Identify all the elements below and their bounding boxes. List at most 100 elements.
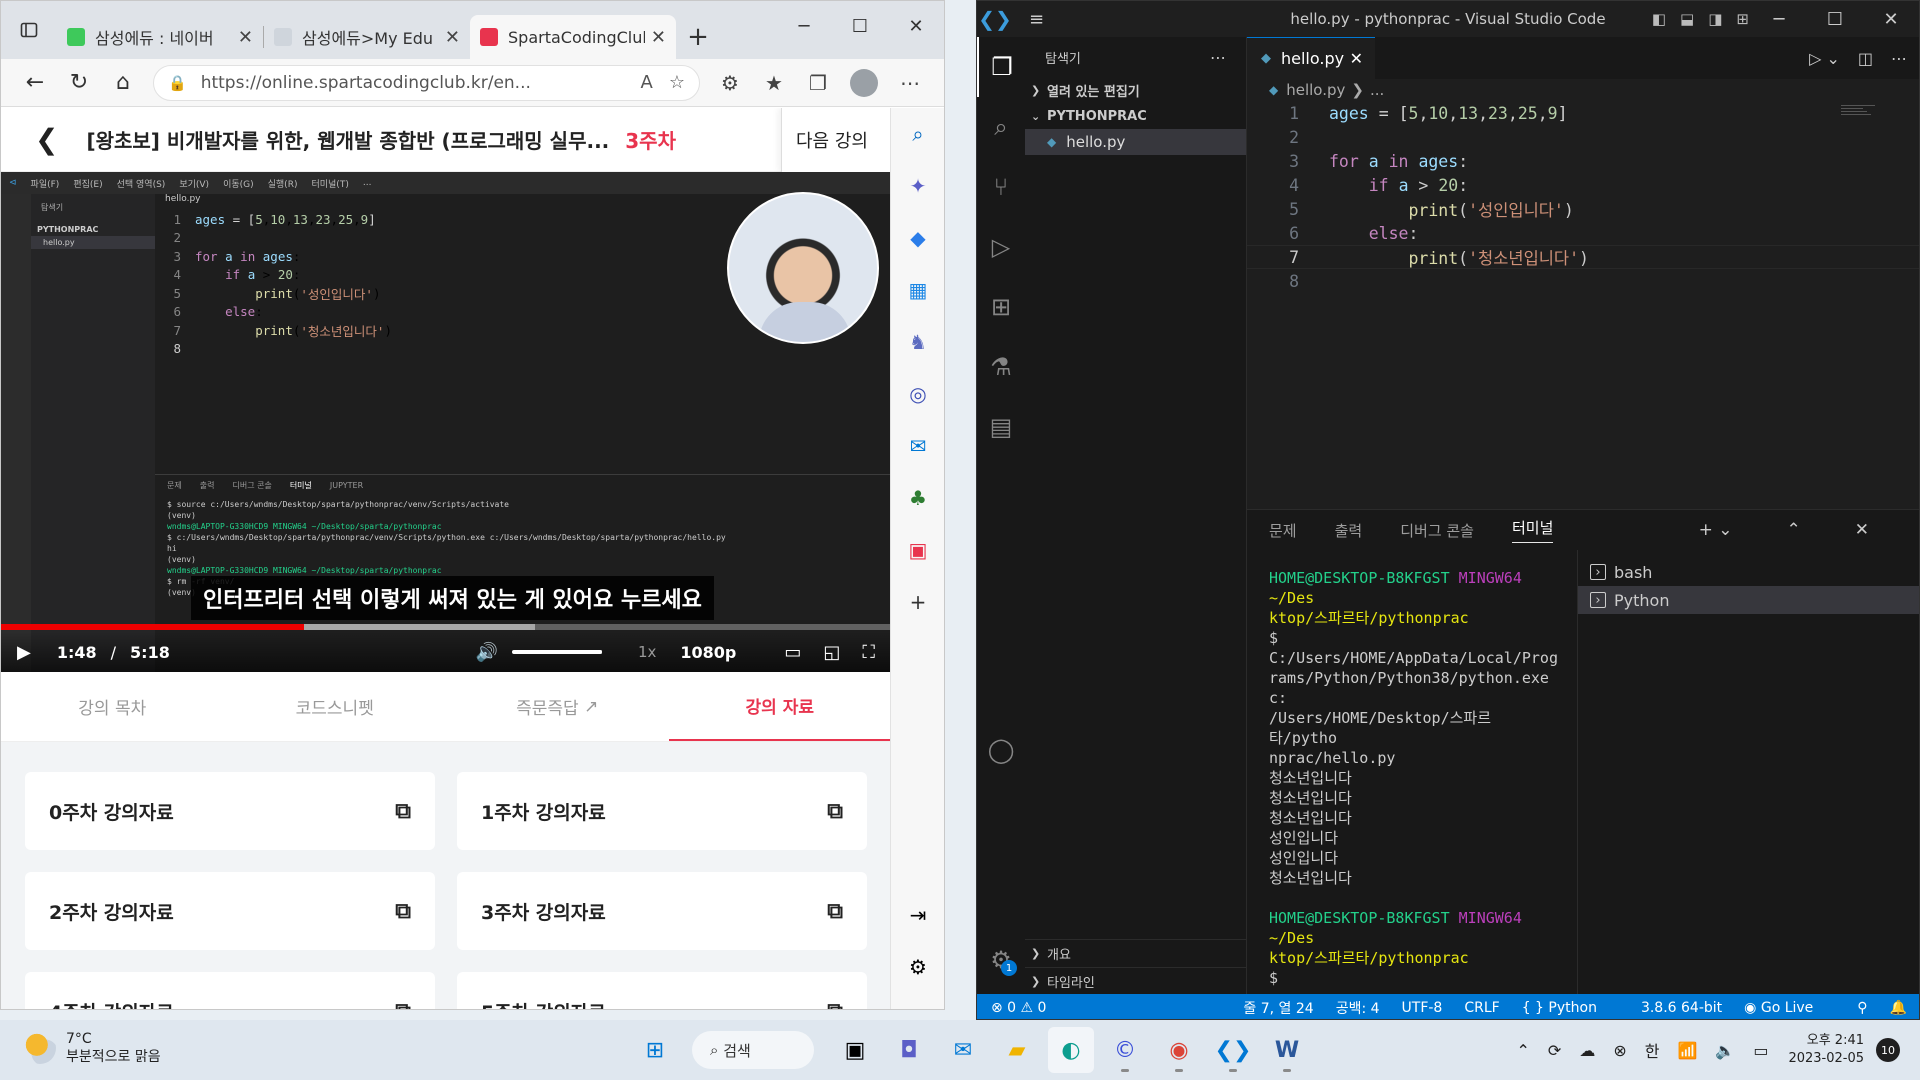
tab-debug-console[interactable]: 디버그 콘솔 xyxy=(1400,520,1474,541)
split-editor-icon[interactable]: ◫ xyxy=(1858,49,1873,68)
more-icon[interactable]: ⋯ xyxy=(1891,49,1907,68)
search-icon[interactable]: ⌕ xyxy=(977,97,1025,157)
browser-tab-myedu[interactable]: 삼성에듀>My Edu ✕ xyxy=(264,15,470,59)
settings-gear-icon[interactable]: ⚙ 1 xyxy=(977,930,1025,990)
url-input[interactable]: 🔒 https://online.spartacodingclub.kr/en.… xyxy=(153,64,700,101)
remote-explorer-icon[interactable]: ▤ xyxy=(977,397,1025,457)
captions-icon[interactable]: ▭ xyxy=(784,642,801,663)
word-icon[interactable]: W xyxy=(1264,1027,1310,1073)
add-icon[interactable]: + xyxy=(891,576,944,628)
chevron-up-icon[interactable]: ⌃ xyxy=(1517,1041,1530,1060)
accounts-icon[interactable]: ◯ xyxy=(977,720,1025,780)
browser-tab-naver[interactable]: 삼성에듀 : 네이버 ✕ xyxy=(57,15,263,59)
eol-status[interactable]: CRLF xyxy=(1464,1000,1499,1016)
tools-icon[interactable]: ▦ xyxy=(891,264,944,316)
cloud-off-icon[interactable]: ☁ xyxy=(1579,1041,1595,1060)
sidebar-collapse-icon[interactable]: ⇥ xyxy=(891,889,944,941)
extensions-icon[interactable]: ⊞ xyxy=(977,277,1025,337)
material-card[interactable]: 0주차 강의자료 ⧉ xyxy=(25,772,435,850)
minimize-icon[interactable]: ─ xyxy=(1751,1,1807,37)
read-aloud-icon[interactable]: A xyxy=(641,72,653,93)
encoding-status[interactable]: UTF-8 xyxy=(1402,1000,1443,1016)
back-icon[interactable]: ← xyxy=(13,63,57,103)
indentation-status[interactable]: 공백: 4 xyxy=(1336,998,1380,1018)
golive-status[interactable]: ◉ Go Live xyxy=(1744,1000,1835,1016)
refresh-icon[interactable]: ↻ xyxy=(57,63,101,103)
settings-icon[interactable]: ⚙ xyxy=(891,941,944,993)
terminal-python[interactable]: › Python xyxy=(1578,586,1919,614)
run-python-icon[interactable]: ▷ ⌄ xyxy=(1809,49,1840,68)
edge-icon[interactable]: ◐ xyxy=(1048,1027,1094,1073)
language-status[interactable]: { } Python xyxy=(1522,1000,1619,1016)
tree-icon[interactable]: ♣ xyxy=(891,472,944,524)
tab-terminal[interactable]: 터미널 xyxy=(1512,517,1554,543)
mail-icon[interactable]: ✉ xyxy=(940,1027,986,1073)
clock[interactable]: 오후 2:41 2023-02-05 xyxy=(1788,1032,1864,1068)
volume-slider[interactable] xyxy=(511,650,602,654)
more-icon[interactable]: ⋯ xyxy=(1210,48,1226,67)
app-c-icon[interactable]: © xyxy=(1102,1027,1148,1073)
cursor-position[interactable]: 줄 7, 열 24 xyxy=(1243,998,1313,1018)
close-tab-icon[interactable]: ✕ xyxy=(445,27,460,48)
explorer-icon[interactable]: ❐ xyxy=(977,37,1025,97)
task-view-icon[interactable]: ▣ xyxy=(832,1027,878,1073)
play-icon[interactable]: ▶ xyxy=(17,642,31,663)
close-tab-icon[interactable]: ✕ xyxy=(651,27,666,48)
toggle-panel-icon[interactable]: ⬓ xyxy=(1680,10,1694,28)
file-explorer-icon[interactable]: ▰ xyxy=(994,1027,1040,1073)
chrome-icon[interactable]: ◉ xyxy=(1156,1027,1202,1073)
search-icon[interactable]: ⌕ xyxy=(891,108,944,160)
quality-selector[interactable]: 1080p xyxy=(680,643,736,662)
project-section[interactable]: ⌄ PYTHONPRAC xyxy=(1025,103,1246,129)
source-control-icon[interactable]: ⑂ xyxy=(977,157,1025,217)
material-card[interactable]: 2주차 강의자료 ⧉ xyxy=(25,872,435,950)
office-icon[interactable]: ◎ xyxy=(891,368,944,420)
notification-badge[interactable]: 10 xyxy=(1876,1038,1900,1062)
code-editor[interactable]: 1 ages = [5,10,13,23,25,9] 2 3 for a in ag… xyxy=(1247,101,1919,293)
chat-icon[interactable]: ◘ xyxy=(886,1027,932,1073)
material-card[interactable]: 3주차 강의자료 ⧉ xyxy=(457,872,867,950)
material-card[interactable]: 4주차 강의자료⧉ xyxy=(25,972,435,1009)
breadcrumb-file[interactable]: hello.py xyxy=(1286,81,1345,99)
maximize-icon[interactable]: ☐ xyxy=(832,1,888,51)
minimize-icon[interactable]: ─ xyxy=(776,1,832,51)
breadcrumb-more[interactable]: ... xyxy=(1370,81,1384,99)
add-favorite-icon[interactable]: ☆ xyxy=(669,72,685,93)
close-icon[interactable]: ✕ xyxy=(1863,1,1919,37)
file-hello-py[interactable]: ◆ hello.py xyxy=(1025,129,1246,155)
notifications-bell-icon[interactable]: 🔔 xyxy=(1890,1000,1907,1016)
video-progress-bar[interactable] xyxy=(1,624,891,630)
testing-icon[interactable]: ⚗ xyxy=(977,337,1025,397)
close-tab-icon[interactable]: ✕ xyxy=(1350,49,1363,68)
material-card[interactable]: 5주차 강의자료⧉ xyxy=(457,972,867,1009)
tab-problems[interactable]: 문제 xyxy=(1269,520,1297,541)
start-icon[interactable]: ⊞ xyxy=(632,1027,678,1073)
pip-icon[interactable]: ◱ xyxy=(823,642,840,663)
taskbar-search[interactable]: ⌕ 검색 xyxy=(692,1031,814,1069)
tab-toc[interactable]: 강의 목차 xyxy=(1,672,224,741)
weather-widget[interactable]: 7°C 부분적으로 맑음 xyxy=(24,1030,161,1066)
new-tab-button[interactable]: + xyxy=(676,15,720,59)
video-player[interactable]: ⊲ 파일(F) 편집(E) 선택 영역(S) 보기(V) 이동(G) 실행(R) 터미널(T)… xyxy=(1,172,891,672)
interpreter-status[interactable]: 3.8.6 64-bit xyxy=(1641,1000,1722,1016)
fullscreen-icon[interactable]: ⛶ xyxy=(862,642,875,663)
copilot-icon[interactable]: ✦ xyxy=(891,160,944,212)
new-terminal-icon[interactable]: + ⌄ xyxy=(1699,520,1733,540)
browser-tab-sparta[interactable]: SpartaCodingClub ✕ xyxy=(470,15,676,59)
maximize-icon[interactable]: ☐ xyxy=(1807,1,1863,37)
timeline-section[interactable]: ❯ 타임라인 xyxy=(1025,967,1247,994)
problems-status[interactable]: ⊗ 0 ⚠ 0 xyxy=(991,1000,1046,1016)
maximize-panel-icon[interactable]: ⌃ xyxy=(1787,520,1801,540)
lock-icon[interactable]: 🔒 xyxy=(168,74,187,92)
toggle-sidebar-icon[interactable]: ◧ xyxy=(1652,10,1666,28)
next-lesson-button[interactable]: 다음 강의 xyxy=(781,108,891,172)
collections-icon[interactable]: ❐ xyxy=(796,71,840,95)
back-chevron-icon[interactable]: ❮ xyxy=(35,123,58,156)
battery-icon[interactable]: ▭ xyxy=(1753,1041,1768,1060)
ime-indicator[interactable]: 한 xyxy=(1645,1038,1660,1062)
shopping-icon[interactable]: ◆ xyxy=(891,212,944,264)
menu-icon[interactable]: ≡ xyxy=(1029,9,1044,30)
volume-icon[interactable]: 🔈 xyxy=(1715,1041,1735,1060)
material-card[interactable]: 1주차 강의자료 ⧉ xyxy=(457,772,867,850)
outlook-icon[interactable]: ✉ xyxy=(891,420,944,472)
